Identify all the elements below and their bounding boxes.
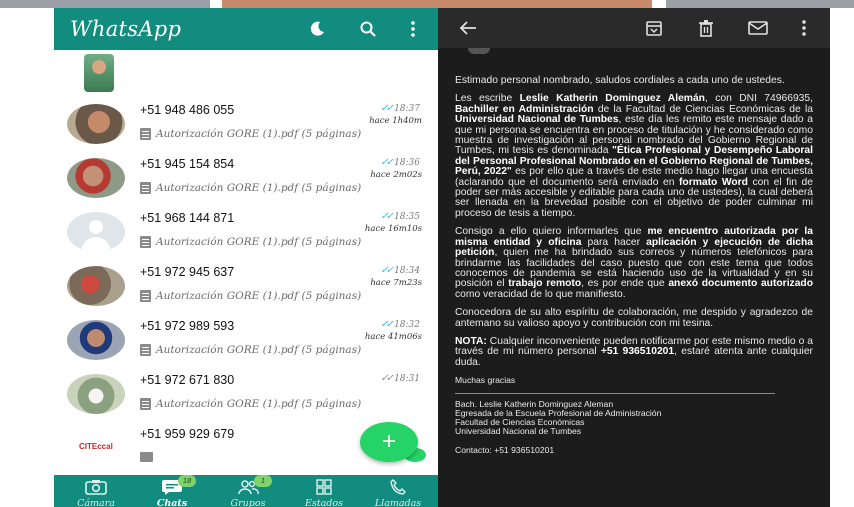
closing-text: Muchas gracias — [455, 375, 516, 386]
photo-icon — [140, 452, 153, 462]
chat-row[interactable]: +51 972 945 637 ✓✓ 18:34 hace 7m23s Autor… — [54, 262, 438, 316]
grid-icon — [316, 479, 332, 495]
body-paragraph: Consigo a ello quiero informarles que me… — [455, 226, 814, 300]
message-time: ✓✓ 18:32 — [380, 319, 420, 330]
nav-label: Grupos — [230, 498, 266, 507]
email-body: Estimado personal nombrado, saludos cord… — [455, 75, 814, 456]
top-strip-middle — [222, 0, 652, 8]
contact-name: +51 959 929 679 — [140, 427, 235, 441]
body-paragraph: Conocedora de su alto espíritu de colabo… — [455, 307, 813, 329]
message-preview: Autorización GORE (1).pdf (5 páginas) — [140, 344, 361, 356]
more-options-icon[interactable] — [402, 18, 424, 40]
double-check-icon: ✓✓ — [380, 265, 394, 276]
camera-icon — [85, 480, 107, 495]
double-check-icon: ✓✓ — [380, 211, 394, 222]
chat-list: +51 948 486 055 ✓✓ 18:37 hace 1h40m Autor… — [54, 50, 438, 475]
nav-label: Cámara — [77, 498, 115, 507]
top-strip-right — [666, 0, 854, 8]
email-screen: Estimado personal nombrado, saludos cord… — [438, 8, 830, 507]
message-preview: Autorización GORE (1).pdf (5 páginas) — [140, 182, 361, 194]
nav-groups[interactable]: 1 Grupos — [210, 475, 286, 507]
message-preview — [140, 452, 153, 462]
back-arrow-icon[interactable] — [458, 18, 478, 38]
groups-badge: 1 — [254, 475, 272, 487]
contact-name: +51 945 154 854 — [140, 157, 235, 171]
app-title: WhatsApp — [70, 17, 182, 41]
chat-row[interactable]: +51 972 671 830 ✓✓ 18:31 Autorización GOR… — [54, 370, 438, 424]
avatar[interactable]: CITEccal — [67, 428, 125, 468]
body-paragraph: Les escribe Leslie Katherin Dominguez Al… — [455, 93, 814, 219]
contact-name: +51 968 144 871 — [140, 211, 235, 225]
signature-divider — [455, 393, 775, 395]
mail-icon[interactable] — [748, 18, 768, 38]
elapsed-time: hace 7m23s — [370, 278, 422, 288]
contact-line: Contacto: +51 936510201 — [455, 445, 555, 456]
whatsapp-header: WhatsApp — [54, 8, 438, 50]
message-time: ✓✓ 18:37 — [380, 103, 420, 114]
message-time: ✓✓ 18:31 — [380, 373, 420, 384]
default-avatar-icon[interactable] — [67, 212, 125, 252]
avatar[interactable] — [67, 104, 125, 144]
scroll-indicator — [468, 48, 490, 54]
message-preview: Autorización GORE (1).pdf (5 páginas) — [140, 398, 361, 410]
search-icon[interactable] — [357, 18, 379, 40]
email-toolbar — [438, 8, 830, 48]
document-icon — [140, 182, 151, 194]
elapsed-time: hace 1h40m — [369, 116, 422, 126]
nav-camera[interactable]: Cámara — [58, 475, 134, 507]
chat-row[interactable]: +51 972 989 593 ✓✓ 18:32 hace 41m06s Auto… — [54, 316, 438, 370]
document-icon — [140, 128, 151, 140]
chat-row[interactable]: +51 948 486 055 ✓✓ 18:37 hace 1h40m Autor… — [54, 100, 438, 154]
message-time: ✓✓ 18:35 — [380, 211, 420, 222]
document-icon — [140, 290, 151, 302]
whatsapp-screen: WhatsApp +51 948 486 055 ✓✓ 18:37 hace 1h… — [54, 8, 438, 507]
delete-icon[interactable] — [696, 18, 716, 38]
elapsed-time: hace 41m06s — [364, 332, 422, 342]
contact-name: +51 972 945 637 — [140, 265, 235, 279]
double-check-icon: ✓✓ — [380, 103, 394, 114]
message-time: ✓✓ 18:36 — [380, 157, 420, 168]
nav-status[interactable]: Estados — [286, 475, 362, 507]
avatar[interactable] — [67, 320, 125, 360]
avatar[interactable] — [84, 54, 114, 92]
contact-name: +51 972 671 830 — [140, 373, 235, 387]
archive-icon[interactable] — [644, 18, 664, 38]
elapsed-time: hace 16m10s — [364, 224, 422, 234]
nav-label: Llamadas — [374, 498, 422, 507]
signature-line: Universidad Nacional de Tumbes — [455, 426, 582, 437]
document-icon — [140, 398, 151, 410]
bottom-navigation: Cámara 18 Chats 1 Grupos Estados Llamada… — [54, 475, 438, 507]
message-preview: Autorización GORE (1).pdf (5 páginas) — [140, 290, 361, 302]
new-chat-button[interactable]: + — [360, 422, 418, 462]
elapsed-time: hace 2m02s — [370, 170, 422, 180]
double-check-icon: ✓✓ — [380, 157, 394, 168]
chats-badge: 18 — [178, 475, 196, 487]
nav-calls[interactable]: Llamadas — [360, 475, 436, 507]
nav-chats[interactable]: 18 Chats — [134, 475, 210, 507]
phone-icon — [390, 479, 406, 495]
greeting-paragraph: Estimado personal nombrado, saludos cord… — [455, 75, 785, 86]
nav-label: Chats — [156, 498, 188, 507]
message-preview: Autorización GORE (1).pdf (5 páginas) — [140, 128, 361, 140]
top-strip-left — [0, 0, 210, 8]
avatar[interactable] — [67, 158, 125, 198]
avatar[interactable] — [67, 266, 125, 306]
moon-icon[interactable] — [306, 18, 328, 40]
message-preview: Autorización GORE (1).pdf (5 páginas) — [140, 236, 361, 248]
chat-row[interactable]: +51 945 154 854 ✓✓ 18:36 hace 2m02s Autor… — [54, 154, 438, 208]
document-icon — [140, 236, 151, 248]
contact-name: +51 972 989 593 — [140, 319, 235, 333]
note-paragraph: NOTA: Cualquier inconveniente pueden not… — [455, 335, 813, 368]
more-options-icon[interactable] — [794, 18, 814, 38]
contact-name: +51 948 486 055 — [140, 103, 235, 117]
double-check-icon: ✓✓ — [380, 319, 394, 330]
double-check-icon: ✓✓ — [380, 373, 394, 384]
message-time: ✓✓ 18:34 — [380, 265, 420, 276]
chat-row[interactable]: +51 968 144 871 ✓✓ 18:35 hace 16m10s Auto… — [54, 208, 438, 262]
document-icon — [140, 344, 151, 356]
avatar[interactable] — [67, 374, 125, 414]
nav-label: Estados — [305, 498, 343, 507]
